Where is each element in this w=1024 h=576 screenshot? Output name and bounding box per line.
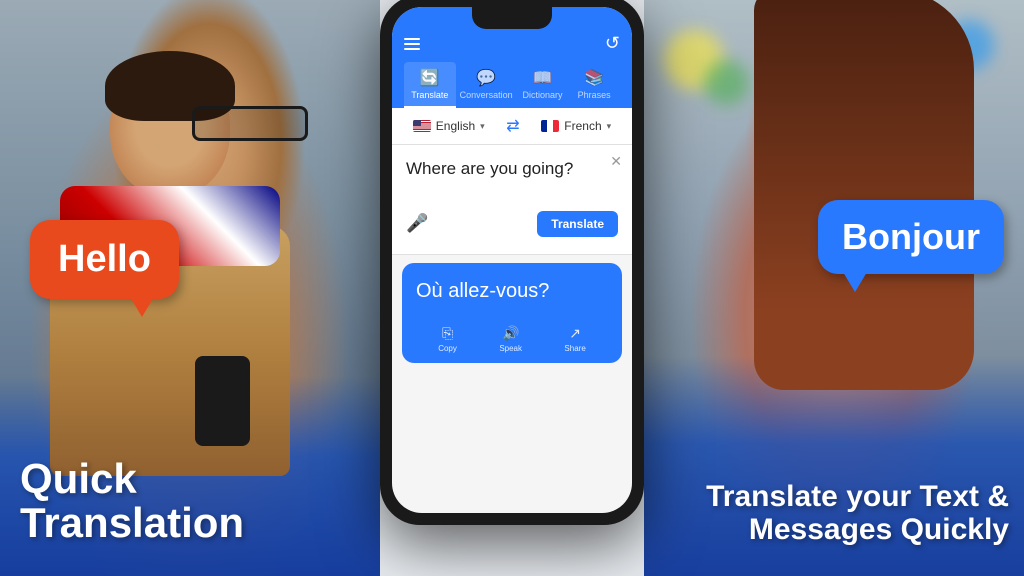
input-actions: 🎤 Translate xyxy=(406,211,618,237)
input-section: ✕ Where are you going? 🎤 Translate xyxy=(392,145,632,255)
hamburger-line-1 xyxy=(404,38,420,40)
hamburger-line-2 xyxy=(404,43,420,45)
share-button[interactable]: ↗ Share xyxy=(564,325,585,353)
phone-screen: ↺ 🔄 Translate 💬 Conversation xyxy=(392,7,632,513)
target-lang-btn[interactable]: French ▾ xyxy=(541,119,611,133)
share-label: Share xyxy=(564,344,585,353)
tab-dictionary[interactable]: 📖 Dictionary xyxy=(517,62,569,108)
source-lang-btn[interactable]: English ▾ xyxy=(413,119,485,133)
left-panel: Hello Quick Translation xyxy=(0,0,380,576)
tab-dictionary-label: Dictionary xyxy=(523,90,563,100)
man-phone-prop xyxy=(195,356,250,446)
bonjour-bubble: Bonjour xyxy=(818,200,1004,274)
input-text[interactable]: Where are you going? xyxy=(406,157,618,181)
quick-line1: Quick xyxy=(20,458,244,500)
woman-hair xyxy=(754,0,974,390)
copy-button[interactable]: ⎘ Copy xyxy=(438,325,457,353)
right-tagline-line1: Translate your Text & xyxy=(706,480,1009,513)
history-icon[interactable]: ↺ xyxy=(605,33,620,54)
title-left xyxy=(404,38,428,50)
phone-container: ↺ 🔄 Translate 💬 Conversation xyxy=(380,0,644,525)
output-actions: ⎘ Copy 🔊 Speak ↗ Share xyxy=(402,325,622,353)
output-section: Où allez-vous? ⎘ Copy 🔊 Speak ↗ xyxy=(402,263,622,363)
phrases-tab-icon: 📚 xyxy=(584,68,604,88)
copy-icon: ⎘ xyxy=(442,325,453,342)
copy-label: Copy xyxy=(438,344,457,353)
share-icon: ↗ xyxy=(569,325,581,342)
clear-input-button[interactable]: ✕ xyxy=(610,153,622,170)
tab-translate[interactable]: 🔄 Translate xyxy=(404,62,456,108)
fr-flag-icon xyxy=(541,120,559,132)
translate-tab-icon: 🔄 xyxy=(420,68,440,88)
hello-text: Hello xyxy=(58,238,151,280)
quick-line2: Translation xyxy=(20,500,244,546)
microphone-button[interactable]: 🎤 xyxy=(406,213,428,234)
right-panel: Bonjour Translate your Text & Messages Q… xyxy=(644,0,1024,576)
right-tagline-line2: Messages Quickly xyxy=(706,513,1009,546)
phone-device: ↺ 🔄 Translate 💬 Conversation xyxy=(380,0,644,525)
speak-label: Speak xyxy=(499,344,522,353)
phone-notch xyxy=(472,7,552,29)
output-text: Où allez-vous? xyxy=(416,277,608,305)
tab-conversation-label: Conversation xyxy=(460,90,513,100)
source-lang-chevron: ▾ xyxy=(480,121,485,132)
tab-phrases-label: Phrases xyxy=(578,90,611,100)
speak-icon: 🔊 xyxy=(502,325,519,342)
source-lang-label: English xyxy=(436,119,475,133)
hello-bubble: Hello xyxy=(30,220,179,299)
tab-phrases[interactable]: 📚 Phrases xyxy=(568,62,620,108)
us-flag-icon xyxy=(413,120,431,132)
main-container: Hello Quick Translation xyxy=(0,0,1024,576)
screen-inner: ↺ 🔄 Translate 💬 Conversation xyxy=(392,7,632,513)
bokeh-green xyxy=(704,60,749,105)
title-row: ↺ xyxy=(404,33,620,54)
right-tagline: Translate your Text & Messages Quickly xyxy=(706,480,1009,546)
target-lang-label: French xyxy=(564,119,601,133)
man-glasses xyxy=(192,106,308,141)
speak-button[interactable]: 🔊 Speak xyxy=(499,325,522,353)
bonjour-text: Bonjour xyxy=(842,216,980,257)
tab-conversation[interactable]: 💬 Conversation xyxy=(456,62,517,108)
hamburger-line-3 xyxy=(404,48,420,50)
quick-translation-text: Quick Translation xyxy=(20,458,244,546)
hamburger-icon[interactable] xyxy=(404,38,420,50)
language-bar: English ▾ ⇄ French ▾ xyxy=(392,108,632,145)
dictionary-tab-icon: 📖 xyxy=(533,68,553,88)
translate-button[interactable]: Translate xyxy=(537,211,618,237)
target-lang-chevron: ▾ xyxy=(607,121,612,132)
swap-languages-icon[interactable]: ⇄ xyxy=(506,116,519,136)
app-tabs: 🔄 Translate 💬 Conversation 📖 Dictionary xyxy=(404,62,620,108)
conversation-tab-icon: 💬 xyxy=(476,68,496,88)
tab-translate-label: Translate xyxy=(411,90,448,100)
